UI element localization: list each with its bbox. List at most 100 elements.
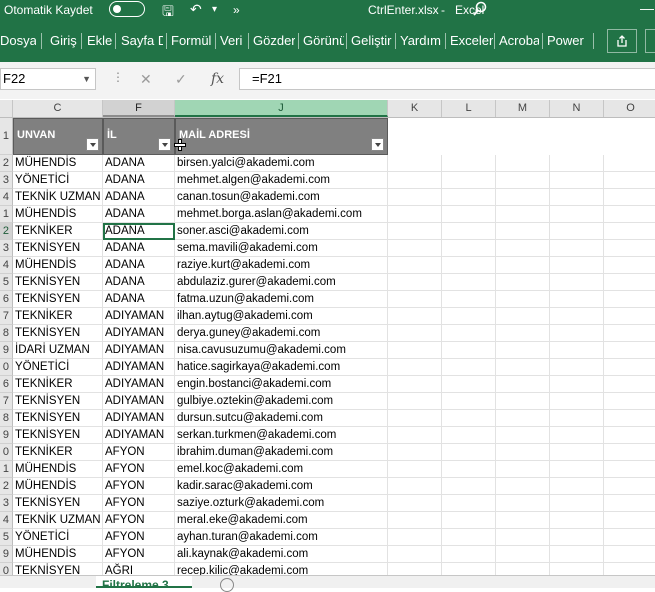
cell-unvan[interactable]: TEKNİSYEN: [13, 274, 103, 291]
column-header-l[interactable]: L: [442, 100, 496, 117]
row-header[interactable]: 4: [0, 189, 13, 206]
cell-empty[interactable]: [442, 189, 496, 206]
cell-il[interactable]: ADIYAMAN: [103, 308, 175, 325]
cell-unvan[interactable]: TEKNİSYEN: [13, 495, 103, 512]
cell-empty[interactable]: [442, 461, 496, 478]
cell-unvan[interactable]: TEKNİK UZMAN: [13, 189, 103, 206]
cell-empty[interactable]: [388, 546, 442, 563]
cell-unvan[interactable]: MÜHENDİS: [13, 546, 103, 563]
cell-empty[interactable]: [550, 563, 604, 575]
cell-empty[interactable]: [442, 240, 496, 257]
cell-empty[interactable]: [388, 342, 442, 359]
filter-dropdown-icon[interactable]: [371, 138, 384, 151]
cell-empty[interactable]: [604, 308, 655, 325]
cell-il[interactable]: ADANA: [103, 189, 175, 206]
cell-mail[interactable]: raziye.kurt@akademi.com: [175, 257, 388, 274]
cell-il[interactable]: AFYON: [103, 478, 175, 495]
cell-empty[interactable]: [604, 257, 655, 274]
row-header[interactable]: 5: [0, 529, 13, 546]
cancel-icon[interactable]: ✕: [140, 71, 152, 88]
cell-empty[interactable]: [604, 172, 655, 189]
cell-empty[interactable]: [388, 189, 442, 206]
cell-mail[interactable]: hatice.sagirkaya@akademi.com: [175, 359, 388, 376]
cell-mail[interactable]: gulbiye.oztekin@akademi.com: [175, 393, 388, 410]
cell-empty[interactable]: [442, 342, 496, 359]
cell-empty[interactable]: [604, 223, 655, 240]
cell-empty[interactable]: [604, 240, 655, 257]
cell-il[interactable]: ADANA: [103, 257, 175, 274]
cell-empty[interactable]: [550, 257, 604, 274]
row-header[interactable]: 8: [0, 325, 13, 342]
cell-empty[interactable]: [496, 478, 550, 495]
cell-empty[interactable]: [388, 274, 442, 291]
cell-mail[interactable]: dursun.sutcu@akademi.com: [175, 410, 388, 427]
column-header-c[interactable]: C: [13, 100, 103, 117]
comments-button[interactable]: [645, 29, 655, 53]
cell-il[interactable]: AFYON: [103, 512, 175, 529]
column-header-j[interactable]: J: [175, 100, 388, 117]
cell-empty[interactable]: [388, 393, 442, 410]
cell-mail[interactable]: engin.bostanci@akademi.com: [175, 376, 388, 393]
cell-empty[interactable]: [388, 495, 442, 512]
cell-empty[interactable]: [604, 546, 655, 563]
cell-empty[interactable]: [550, 478, 604, 495]
cell-unvan[interactable]: MÜHENDİS: [13, 461, 103, 478]
row-header[interactable]: 4: [0, 257, 13, 274]
cell-unvan[interactable]: TEKNİKER: [13, 444, 103, 461]
cell-il[interactable]: ADANA: [103, 223, 175, 240]
cell-empty[interactable]: [496, 495, 550, 512]
row-header[interactable]: 3: [0, 495, 13, 512]
column-header-n[interactable]: N: [550, 100, 604, 117]
cell-empty[interactable]: [604, 291, 655, 308]
filter-dropdown-icon[interactable]: [86, 138, 99, 151]
cell-empty[interactable]: [496, 257, 550, 274]
cell-empty[interactable]: [442, 359, 496, 376]
row-header[interactable]: 1: [0, 461, 13, 478]
cell-empty[interactable]: [550, 495, 604, 512]
tab-sayfa-duzeni[interactable]: Sayfa D: [121, 33, 163, 48]
cell-empty[interactable]: [496, 444, 550, 461]
name-box[interactable]: F22 ▼: [0, 68, 96, 90]
cell-empty[interactable]: [550, 444, 604, 461]
cell-empty[interactable]: [604, 325, 655, 342]
cell-unvan[interactable]: İDARİ UZMAN: [13, 342, 103, 359]
cell-unvan[interactable]: YÖNETİCİ: [13, 529, 103, 546]
cell-il[interactable]: ADANA: [103, 274, 175, 291]
cell-empty[interactable]: [388, 172, 442, 189]
cell-mail[interactable]: derya.guney@akademi.com: [175, 325, 388, 342]
cell-empty[interactable]: [604, 393, 655, 410]
cell-empty[interactable]: [388, 325, 442, 342]
cell-il[interactable]: AFYON: [103, 529, 175, 546]
cell-unvan[interactable]: TEKNİKER: [13, 308, 103, 325]
row-header[interactable]: 6: [0, 291, 13, 308]
row-header[interactable]: 2: [0, 478, 13, 495]
cell-empty[interactable]: [550, 240, 604, 257]
cell-empty[interactable]: [496, 342, 550, 359]
cell-il[interactable]: ADANA: [103, 291, 175, 308]
cell-empty[interactable]: [604, 155, 655, 172]
cell-mail[interactable]: birsen.yalci@akademi.com: [175, 155, 388, 172]
cell-unvan[interactable]: TEKNİSYEN: [13, 410, 103, 427]
cell-empty[interactable]: [388, 257, 442, 274]
cell-empty[interactable]: [496, 172, 550, 189]
cell-il[interactable]: AFYON: [103, 444, 175, 461]
cell-empty[interactable]: [550, 529, 604, 546]
cell-empty[interactable]: [388, 512, 442, 529]
cell-empty[interactable]: [604, 478, 655, 495]
cell-empty[interactable]: [496, 376, 550, 393]
cell-empty[interactable]: [388, 444, 442, 461]
cell-empty[interactable]: [604, 359, 655, 376]
cell-mail[interactable]: ali.kaynak@akademi.com: [175, 546, 388, 563]
cell-empty[interactable]: [442, 512, 496, 529]
row-header[interactable]: 3: [0, 172, 13, 189]
formula-input[interactable]: =F21: [239, 68, 655, 90]
cell-empty[interactable]: [442, 223, 496, 240]
autosave-toggle[interactable]: [109, 1, 145, 17]
cell-empty[interactable]: [388, 206, 442, 223]
cell-empty[interactable]: [442, 410, 496, 427]
row-header[interactable]: 7: [0, 393, 13, 410]
cell-mail[interactable]: saziye.ozturk@akademi.com: [175, 495, 388, 512]
cell-empty[interactable]: [496, 410, 550, 427]
cell-empty[interactable]: [604, 410, 655, 427]
cell-mail[interactable]: mehmet.borga.aslan@akademi.com: [175, 206, 388, 223]
